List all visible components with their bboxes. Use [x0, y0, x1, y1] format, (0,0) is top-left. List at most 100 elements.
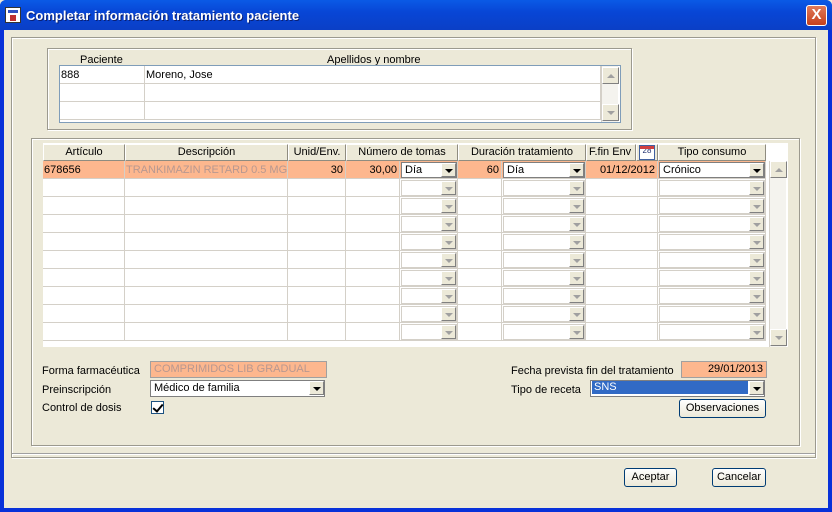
grid-cell[interactable] — [125, 269, 288, 287]
fecha-field[interactable]: 29/01/2013 — [681, 361, 767, 378]
row-dropdown[interactable] — [503, 288, 585, 304]
scroll-up-icon[interactable] — [770, 161, 787, 178]
scroll-down-icon[interactable] — [770, 329, 787, 346]
grid-cell[interactable] — [43, 323, 125, 341]
cell-ffin[interactable]: 01/12/2012 — [586, 161, 658, 179]
patient-scrollbar[interactable] — [601, 66, 619, 122]
row-dropdown[interactable] — [659, 270, 765, 286]
chevron-down-icon[interactable] — [749, 271, 764, 285]
grid-cell[interactable] — [586, 215, 658, 233]
row-dropdown[interactable] — [401, 180, 457, 196]
col-header-tipo[interactable]: Tipo consumo — [658, 144, 766, 161]
grid-cell[interactable] — [346, 215, 400, 233]
chevron-down-icon[interactable] — [749, 325, 764, 339]
chevron-down-icon[interactable] — [441, 217, 456, 231]
grid-cell[interactable] — [288, 215, 346, 233]
close-button[interactable]: X — [806, 5, 827, 26]
scroll-down-icon[interactable] — [602, 104, 619, 121]
chevron-down-icon[interactable] — [749, 217, 764, 231]
row-dropdown[interactable] — [503, 252, 585, 268]
grid-cell[interactable] — [125, 251, 288, 269]
grid-cell[interactable] — [586, 233, 658, 251]
row-dropdown[interactable] — [401, 198, 457, 214]
row-dropdown[interactable] — [503, 270, 585, 286]
grid-cell[interactable] — [125, 287, 288, 305]
cell-unid[interactable]: 30 — [288, 161, 346, 179]
tomas-unit-dropdown[interactable]: Día — [401, 162, 457, 178]
cell-articulo[interactable]: 678656 — [43, 161, 125, 179]
grid-cell[interactable] — [346, 323, 400, 341]
observaciones-button[interactable]: Observaciones — [679, 399, 766, 418]
row-dropdown[interactable] — [659, 252, 765, 268]
patient-grid[interactable]: 888 Moreno, Jose — [59, 65, 621, 123]
chevron-down-icon[interactable] — [441, 199, 456, 213]
chevron-down-icon[interactable] — [569, 289, 584, 303]
grid-cell[interactable] — [125, 233, 288, 251]
row-dropdown[interactable] — [401, 306, 457, 322]
row-dropdown[interactable] — [659, 288, 765, 304]
cell-tomas[interactable]: 30,00 — [346, 161, 400, 179]
title-bar[interactable]: Completar información tratamiento pacien… — [0, 0, 832, 30]
col-header-ffin[interactable]: F.fin Env — [586, 144, 636, 161]
chevron-down-icon[interactable] — [569, 271, 584, 285]
col-header-articulo[interactable]: Artículo — [43, 144, 125, 161]
duracion-unit-dropdown[interactable]: Día — [503, 162, 585, 178]
grid-cell[interactable] — [586, 197, 658, 215]
grid-cell[interactable] — [458, 197, 502, 215]
chevron-down-icon[interactable] — [441, 289, 456, 303]
grid-cell[interactable] — [458, 179, 502, 197]
receta-dropdown[interactable]: SNS — [590, 380, 765, 397]
chevron-down-icon[interactable] — [569, 181, 584, 195]
grid-cell[interactable] — [346, 251, 400, 269]
grid-cell[interactable] — [43, 197, 125, 215]
grid-cell[interactable] — [346, 197, 400, 215]
chevron-down-icon[interactable] — [569, 163, 584, 177]
grid-cell[interactable] — [288, 233, 346, 251]
row-dropdown[interactable] — [401, 234, 457, 250]
grid-cell[interactable] — [125, 323, 288, 341]
chevron-down-icon[interactable] — [749, 289, 764, 303]
grid-cell[interactable] — [458, 215, 502, 233]
row-dropdown[interactable] — [659, 306, 765, 322]
grid-cell[interactable] — [346, 287, 400, 305]
col-header-unid[interactable]: Unid/Env. — [288, 144, 346, 161]
grid-cell[interactable] — [43, 179, 125, 197]
grid-cell[interactable] — [586, 305, 658, 323]
grid-cell[interactable] — [586, 323, 658, 341]
grid-cell[interactable] — [346, 233, 400, 251]
grid-cell[interactable] — [288, 197, 346, 215]
row-dropdown[interactable] — [401, 252, 457, 268]
row-dropdown[interactable] — [659, 234, 765, 250]
patient-empty-cell[interactable] — [145, 84, 601, 102]
row-dropdown[interactable] — [503, 180, 585, 196]
row-dropdown[interactable] — [503, 324, 585, 340]
grid-cell[interactable] — [458, 251, 502, 269]
grid-cell[interactable] — [125, 197, 288, 215]
grid-cell[interactable] — [43, 287, 125, 305]
row-dropdown[interactable] — [401, 324, 457, 340]
chevron-down-icon[interactable] — [441, 271, 456, 285]
chevron-down-icon[interactable] — [441, 235, 456, 249]
col-header-duracion[interactable]: Duración tratamiento — [458, 144, 586, 161]
row-dropdown[interactable] — [401, 270, 457, 286]
grid-cell[interactable] — [288, 287, 346, 305]
chevron-down-icon[interactable] — [569, 235, 584, 249]
grid-cell[interactable] — [346, 179, 400, 197]
chevron-down-icon[interactable] — [749, 199, 764, 213]
grid-cell[interactable] — [346, 269, 400, 287]
grid-cell[interactable] — [288, 179, 346, 197]
col-header-calendar[interactable]: 28 — [636, 144, 658, 161]
chevron-down-icon[interactable] — [749, 307, 764, 321]
cancelar-button[interactable]: Cancelar — [712, 468, 766, 487]
grid-cell[interactable] — [458, 323, 502, 341]
grid-cell[interactable] — [288, 269, 346, 287]
treatment-scrollbar[interactable] — [769, 161, 787, 347]
chevron-down-icon[interactable] — [749, 235, 764, 249]
chevron-down-icon[interactable] — [749, 381, 764, 395]
grid-cell[interactable] — [458, 305, 502, 323]
row-dropdown[interactable] — [659, 324, 765, 340]
grid-cell[interactable] — [288, 305, 346, 323]
patient-empty-cell[interactable] — [60, 84, 145, 102]
col-header-tomas[interactable]: Número de tomas — [346, 144, 458, 161]
tipo-consumo-dropdown[interactable]: Crónico — [659, 162, 765, 178]
